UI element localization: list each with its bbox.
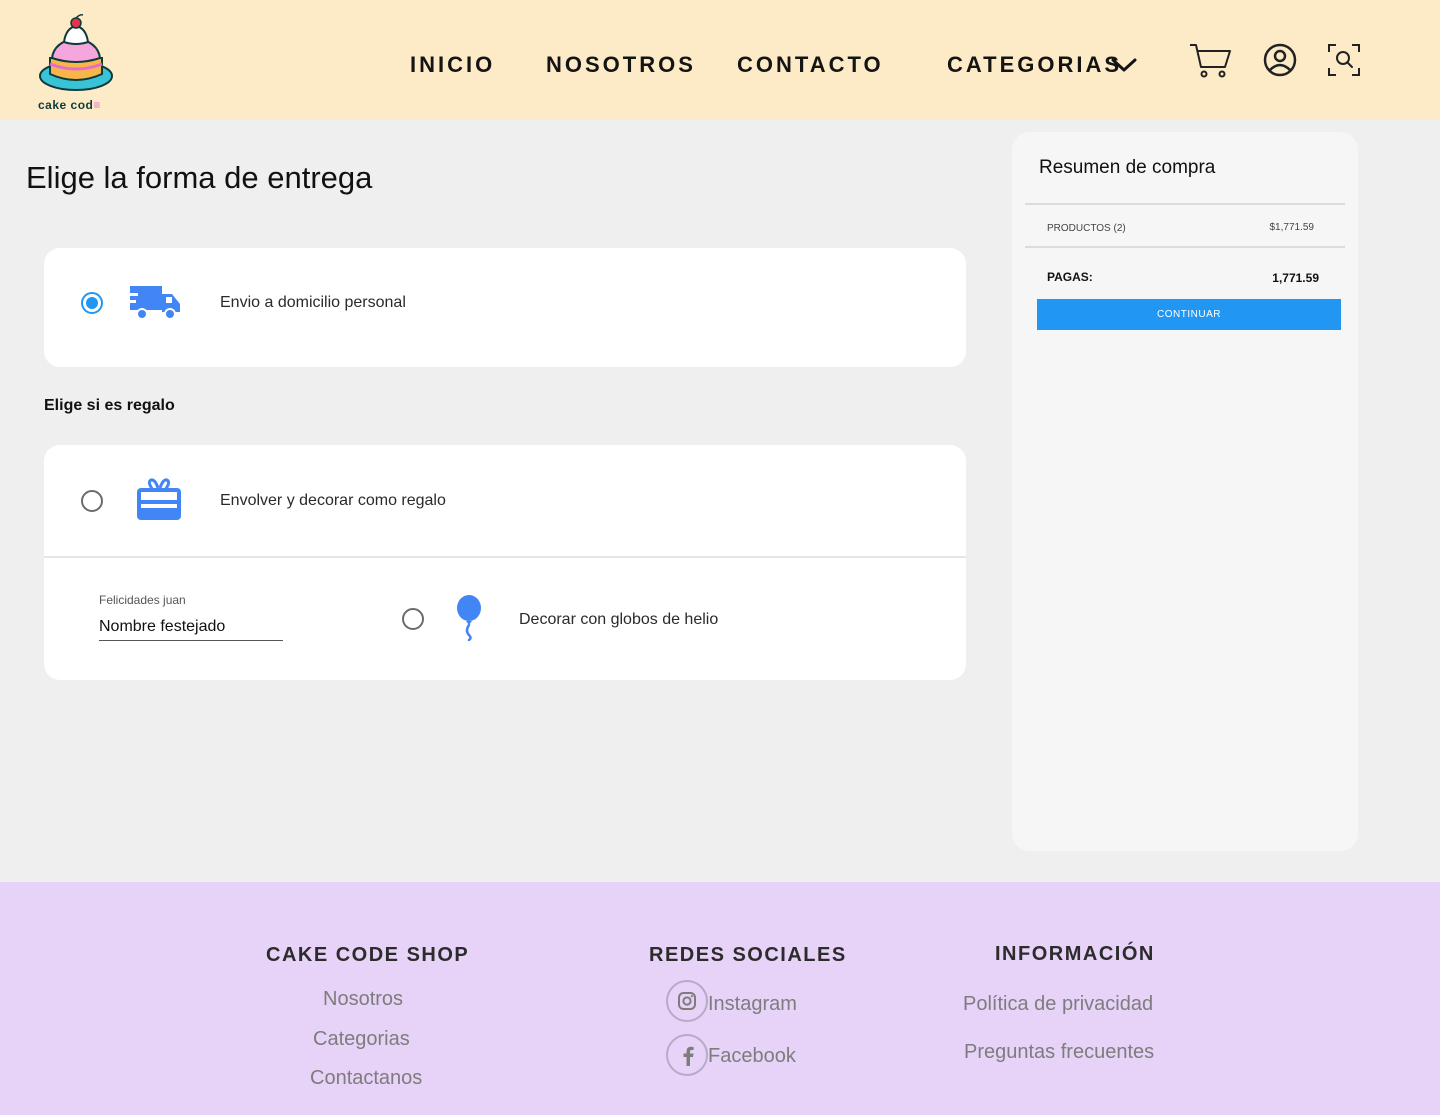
nav-contacto[interactable]: CONTACTO — [737, 52, 884, 78]
user-icon[interactable] — [1260, 40, 1304, 80]
delivery-option-card[interactable]: Envio a domicilio personal — [44, 248, 966, 367]
search-scan-icon[interactable] — [1324, 40, 1368, 80]
chevron-down-icon[interactable] — [1110, 55, 1138, 75]
balloon-radio[interactable] — [402, 608, 424, 630]
purchase-summary-panel: Resumen de compra PRODUCTOS (2) $1,771.5… — [1012, 132, 1358, 851]
gift-box-icon — [137, 478, 181, 520]
divider — [1025, 203, 1345, 205]
summary-title: Resumen de compra — [1039, 157, 1216, 178]
site-footer: CAKE CODE SHOP Nosotros Categorias Conta… — [0, 882, 1440, 1115]
footer-link-facebook[interactable]: Facebook — [708, 1045, 796, 1068]
nav-inicio[interactable]: INICIO — [410, 52, 495, 78]
pay-label: PAGAS: — [1047, 270, 1093, 284]
delivery-option-label: Envio a domicilio personal — [220, 294, 406, 311]
pay-value: 1,771.59 — [1272, 271, 1319, 285]
delivery-radio[interactable] — [81, 292, 103, 314]
footer-link-privacy[interactable]: Política de privacidad — [963, 993, 1153, 1016]
balloon-icon — [457, 595, 481, 641]
truck-icon — [128, 286, 180, 320]
honoree-name-input[interactable] — [99, 613, 283, 641]
balloon-option-label: Decorar con globos de helio — [519, 611, 719, 628]
instagram-icon[interactable] — [666, 980, 708, 1022]
cart-icon[interactable] — [1188, 40, 1232, 80]
gift-options-card: Envolver y decorar como regalo Felicidad… — [44, 445, 966, 680]
gift-section-title: Elige si es regalo — [44, 397, 175, 414]
page-title: Elige la forma de entrega — [26, 160, 373, 195]
footer-link-categorias[interactable]: Categorias — [313, 1028, 410, 1051]
footer-link-nosotros[interactable]: Nosotros — [323, 988, 403, 1011]
footer-col-shop-title: CAKE CODE SHOP — [266, 944, 470, 966]
logo-text: cake cod≡ — [38, 98, 101, 112]
footer-link-faq[interactable]: Preguntas frecuentes — [964, 1041, 1154, 1064]
gift-wrap-radio[interactable] — [81, 490, 103, 512]
nav-categorias[interactable]: CATEGORIAS — [947, 52, 1122, 78]
footer-link-contactanos[interactable]: Contactanos — [310, 1067, 422, 1090]
nav-nosotros[interactable]: NOSOTROS — [546, 52, 696, 78]
divider — [1025, 246, 1345, 248]
footer-link-instagram[interactable]: Instagram — [708, 993, 797, 1016]
products-value: $1,771.59 — [1269, 222, 1315, 233]
name-field-caption: Felicidades juan — [99, 593, 186, 607]
products-label: PRODUCTOS (2) — [1047, 223, 1126, 234]
facebook-icon[interactable] — [666, 1034, 708, 1076]
footer-col-social-title: REDES SOCIALES — [649, 944, 847, 966]
site-header: cake cod≡ INICIO NOSOTROS CONTACTO CATEG… — [0, 0, 1440, 120]
gift-wrap-label: Envolver y decorar como regalo — [220, 492, 446, 509]
footer-col-info-title: INFORMACIÓN — [995, 943, 1155, 965]
divider — [44, 556, 966, 558]
continue-button[interactable]: CONTINUAR — [1037, 299, 1341, 330]
